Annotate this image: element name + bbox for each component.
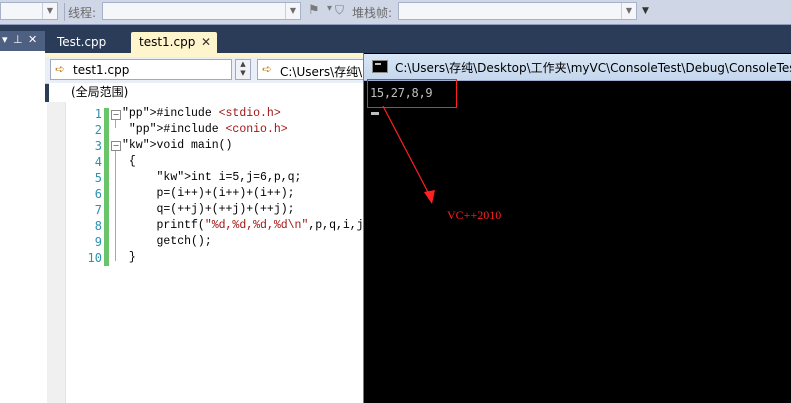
scope-value: (全局范围)	[71, 85, 129, 99]
solution-panel	[0, 31, 45, 403]
fold-toggle-icon[interactable]: −	[111, 141, 121, 151]
stack-frame-label: 堆栈帧:	[352, 6, 393, 20]
code-line[interactable]: p=(i++)+(i++)+(i++);	[122, 187, 295, 200]
thread-combo[interactable]: ▼	[102, 2, 301, 20]
line-number: 5	[94, 171, 102, 185]
panel-close-icon[interactable]: ✕	[28, 33, 37, 47]
file-combo-value: test1.cpp	[73, 63, 130, 77]
tab-test-cpp[interactable]: Test.cpp	[49, 32, 121, 53]
chevron-down-icon: ▼	[285, 3, 300, 19]
file-combo[interactable]: ➪ test1.cpp	[50, 59, 232, 80]
annotation-label: VC++2010	[447, 208, 502, 222]
path-combo-value: C:\Users\存纯\	[280, 65, 363, 79]
console-title-bar[interactable]: C:\Users\存纯\Desktop\工作夹\myVC\ConsoleTest…	[364, 54, 791, 81]
code-line[interactable]: printf("%d,%d,%d,%d\n",p,q,i,j	[122, 219, 364, 232]
arrow-icon: ➪	[262, 62, 273, 76]
scope-combo[interactable]: (全局范围)	[49, 83, 365, 103]
fold-line	[115, 120, 116, 128]
line-number: 10	[87, 251, 102, 265]
fold-line	[115, 151, 116, 261]
chevron-down-icon: ▼	[621, 3, 636, 19]
code-line[interactable]: "pp">#include <stdio.h>	[122, 107, 281, 120]
code-line[interactable]: "pp">#include <conio.h>	[122, 123, 288, 136]
annotation-arrow	[382, 105, 435, 204]
line-number: 9	[94, 235, 102, 249]
code-line[interactable]: "kw">void main()	[122, 139, 232, 152]
debug-toolbar: ▼ 线程: ▼ ⚑ ▾ ⛉ 堆栈帧: ▼ ▼	[0, 0, 791, 25]
panel-dropdown-icon[interactable]: ▾	[2, 33, 8, 47]
filter-icon[interactable]: ⛉	[335, 3, 344, 18]
line-number: 4	[94, 155, 102, 169]
console-app-icon	[372, 60, 388, 73]
margin-divider	[65, 102, 66, 403]
console-cursor	[371, 112, 379, 115]
stack-frame-combo[interactable]: ▼	[398, 2, 637, 20]
flag-dropdown-icon[interactable]: ▾	[327, 3, 332, 14]
console-title: C:\Users\存纯\Desktop\工作夹\myVC\ConsoleTest…	[395, 61, 791, 75]
file-combo-spin[interactable]: ▲ ▼	[235, 59, 251, 80]
line-number: 1	[94, 107, 102, 121]
line-number: 3	[94, 139, 102, 153]
tab-label: Test.cpp	[57, 35, 107, 49]
editor-margin	[47, 102, 65, 403]
line-number: 8	[94, 219, 102, 233]
tab-close-icon[interactable]: ✕	[201, 32, 211, 53]
chevron-down-icon: ▼	[42, 3, 57, 19]
line-number: 7	[94, 203, 102, 217]
toolbar-separator	[64, 3, 65, 21]
code-line[interactable]: q=(++j)+(++j)+(++j);	[122, 203, 295, 216]
code-line[interactable]: }	[122, 251, 136, 264]
line-number: 6	[94, 187, 102, 201]
code-line[interactable]: "kw">int i=5,j=6,p,q;	[122, 171, 302, 184]
tab-test1-cpp[interactable]: test1.cpp ✕	[131, 32, 217, 53]
code-line[interactable]: getch();	[122, 235, 212, 248]
flag-icon[interactable]: ⚑	[308, 3, 320, 18]
fold-toggle-icon[interactable]: −	[111, 110, 121, 120]
pin-icon[interactable]: ⊥	[13, 33, 23, 47]
line-number: 2	[94, 123, 102, 137]
thread-label: 线程:	[68, 6, 97, 20]
tab-label: test1.cpp	[139, 35, 196, 49]
toolbar-overflow-icon[interactable]: ▼	[642, 6, 649, 16]
change-tracking-bar	[104, 108, 109, 266]
process-combo[interactable]: ▼	[0, 2, 58, 20]
code-line[interactable]: {	[122, 155, 136, 168]
arrow-icon: ➪	[55, 62, 66, 76]
path-combo[interactable]: ➪ C:\Users\存纯\	[257, 59, 377, 80]
